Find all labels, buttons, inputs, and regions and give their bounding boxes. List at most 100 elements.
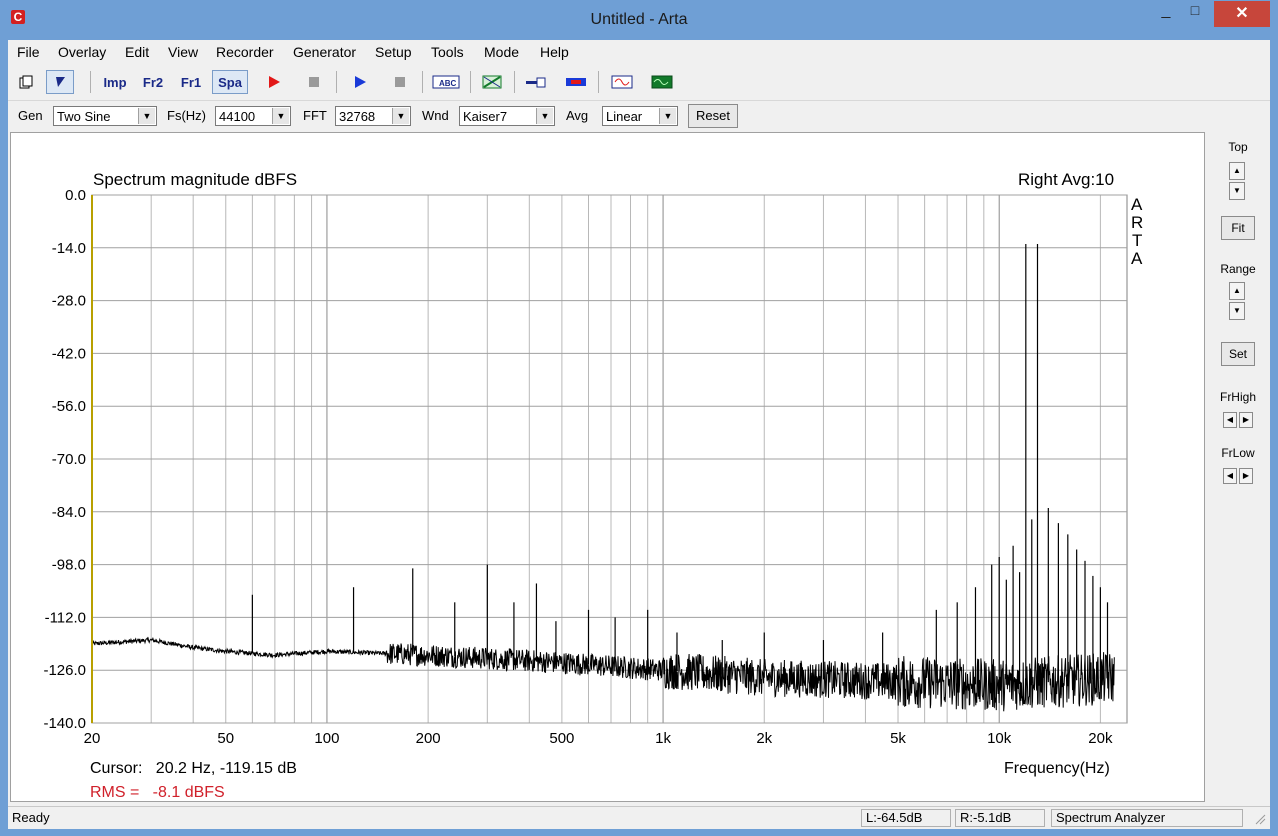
reset-button[interactable]: Reset <box>688 104 738 128</box>
status-bar: Ready L:-64.5dB R:-5.1dB Spectrum Analyz… <box>8 806 1270 829</box>
left-level-readout: L:-64.5dB <box>861 809 951 827</box>
x-tick-label: 1k <box>655 730 671 747</box>
generator-stop-icon[interactable] <box>386 70 414 94</box>
signal-generator-icon[interactable] <box>608 70 636 94</box>
window-function-select[interactable]: Kaiser7 ▼ <box>459 106 555 126</box>
audio-device-icon[interactable] <box>562 70 590 94</box>
menu-overlay[interactable]: Overlay <box>58 44 106 60</box>
cursor-icon[interactable] <box>46 70 74 94</box>
fft-size-select[interactable]: 32768 ▼ <box>335 106 411 126</box>
chevron-down-icon[interactable]: ▼ <box>272 108 289 124</box>
frlow-label: FrLow <box>1221 446 1255 460</box>
chevron-down-icon[interactable]: ▼ <box>659 108 676 124</box>
fr1-mode-button[interactable]: Fr1 <box>174 70 208 94</box>
wnd-label: Wnd <box>422 108 449 123</box>
toolbar-separator <box>422 71 423 93</box>
calibration-icon[interactable] <box>478 70 506 94</box>
rms-readout: RMS = -8.1 dBFS <box>90 784 225 801</box>
frlow-stepper[interactable]: ◀ ▶ <box>1223 468 1255 484</box>
sample-rate-value: 44100 <box>219 109 256 124</box>
spectrum-plot-panel[interactable]: 0.0 -14.0 -28.0 -42.0 -56.0 -70.0 -84.0 -98.0 -1… <box>10 132 1205 802</box>
range-down-button[interactable]: ▼ <box>1229 302 1245 320</box>
chevron-down-icon[interactable]: ▼ <box>392 108 409 124</box>
y-tick-label: -42.0 <box>52 345 86 362</box>
y-tick-label: -112.0 <box>45 609 86 626</box>
x-tick-label: 20 <box>84 730 101 747</box>
title-bar[interactable]: C Untitled - Arta _ □ ✕ <box>0 0 1278 40</box>
fft-label: FFT <box>303 108 327 123</box>
menu-recorder[interactable]: Recorder <box>216 44 274 60</box>
menu-file[interactable]: File <box>17 44 40 60</box>
sample-rate-select[interactable]: 44100 ▼ <box>215 106 291 126</box>
x-tick-label: 2k <box>756 730 772 747</box>
chart-title: Spectrum magnitude dBFS <box>93 170 297 189</box>
range-up-button[interactable]: ▲ <box>1229 282 1245 300</box>
x-tick-label: 500 <box>549 730 574 747</box>
y-tick-label: 0.0 <box>65 187 86 204</box>
window-title: Untitled - Arta <box>590 11 688 28</box>
channel-average-label: Right Avg:10 <box>1018 170 1114 189</box>
svg-text:A: A <box>1131 249 1143 268</box>
toolbar-separator <box>90 71 91 93</box>
x-tick-label: 20k <box>1088 730 1113 747</box>
menu-setup[interactable]: Setup <box>375 44 412 60</box>
top-down-button[interactable]: ▼ <box>1229 182 1245 200</box>
x-tick-label: 5k <box>890 730 906 747</box>
y-tick-label: -56.0 <box>52 398 86 415</box>
toolbar-separator <box>470 71 471 93</box>
x-tick-label: 200 <box>416 730 441 747</box>
frlow-right-button[interactable]: ▶ <box>1239 468 1253 484</box>
averaging-value: Linear <box>606 109 643 124</box>
averaging-select[interactable]: Linear ▼ <box>602 106 678 126</box>
menu-mode[interactable]: Mode <box>484 44 519 60</box>
generator-play-icon[interactable] <box>346 70 374 94</box>
y-tick-label: -98.0 <box>52 557 86 574</box>
svg-text:A: A <box>1131 195 1143 214</box>
close-button[interactable]: ✕ <box>1214 1 1270 27</box>
oscilloscope-icon[interactable] <box>648 70 676 94</box>
record-play-icon[interactable] <box>260 70 288 94</box>
minimize-button[interactable]: _ <box>1153 2 1179 22</box>
x-tick-label: 10k <box>987 730 1012 747</box>
frlow-left-button[interactable]: ◀ <box>1223 468 1237 484</box>
menu-edit[interactable]: Edit <box>125 44 149 60</box>
client-area: File Overlay Edit View Recorder Generato… <box>8 40 1270 829</box>
top-up-button[interactable]: ▲ <box>1229 162 1245 180</box>
status-ready: Ready <box>12 810 50 825</box>
toolbar-separator <box>598 71 599 93</box>
grid-layer <box>91 194 1128 724</box>
new-document-icon[interactable] <box>12 70 40 94</box>
spa-mode-button[interactable]: Spa <box>212 70 248 94</box>
y-tick-label: -84.0 <box>52 504 86 521</box>
generator-select[interactable]: Two Sine ▼ <box>53 106 157 126</box>
menu-help[interactable]: Help <box>540 44 569 60</box>
fr2-mode-button[interactable]: Fr2 <box>136 70 170 94</box>
y-tick-label: -126.0 <box>43 662 86 679</box>
abc-label: ABC <box>439 79 457 88</box>
frhigh-right-button[interactable]: ▶ <box>1239 412 1253 428</box>
menu-tools[interactable]: Tools <box>431 44 464 60</box>
avg-label: Avg <box>566 108 589 123</box>
maximize-button[interactable]: □ <box>1182 2 1208 22</box>
y-tick-label: -70.0 <box>52 451 86 468</box>
x-tick-label: 100 <box>314 730 339 747</box>
fs-label: Fs(Hz) <box>167 108 206 123</box>
chevron-down-icon[interactable]: ▼ <box>536 108 553 124</box>
frhigh-left-button[interactable]: ◀ <box>1223 412 1237 428</box>
arta-watermark: A R T A <box>1131 195 1143 268</box>
range-label: Range <box>1220 262 1256 276</box>
abc-edit-icon[interactable]: ABC <box>430 70 462 94</box>
record-stop-icon[interactable] <box>300 70 328 94</box>
spectrum-chart[interactable]: 0.0 -14.0 -28.0 -42.0 -56.0 -70.0 -84.0 -98.0 -1… <box>11 133 1204 801</box>
menu-view[interactable]: View <box>168 44 198 60</box>
set-button[interactable]: Set <box>1221 342 1255 366</box>
svg-text:T: T <box>1132 231 1142 250</box>
probe-icon[interactable] <box>522 70 550 94</box>
chevron-down-icon[interactable]: ▼ <box>138 108 155 124</box>
fft-size-value: 32768 <box>339 109 376 124</box>
fit-button[interactable]: Fit <box>1221 216 1255 240</box>
imp-mode-button[interactable]: Imp <box>98 70 132 94</box>
frhigh-stepper[interactable]: ◀ ▶ <box>1223 412 1255 428</box>
resize-grip-icon[interactable] <box>1254 813 1266 825</box>
menu-generator[interactable]: Generator <box>293 44 356 60</box>
